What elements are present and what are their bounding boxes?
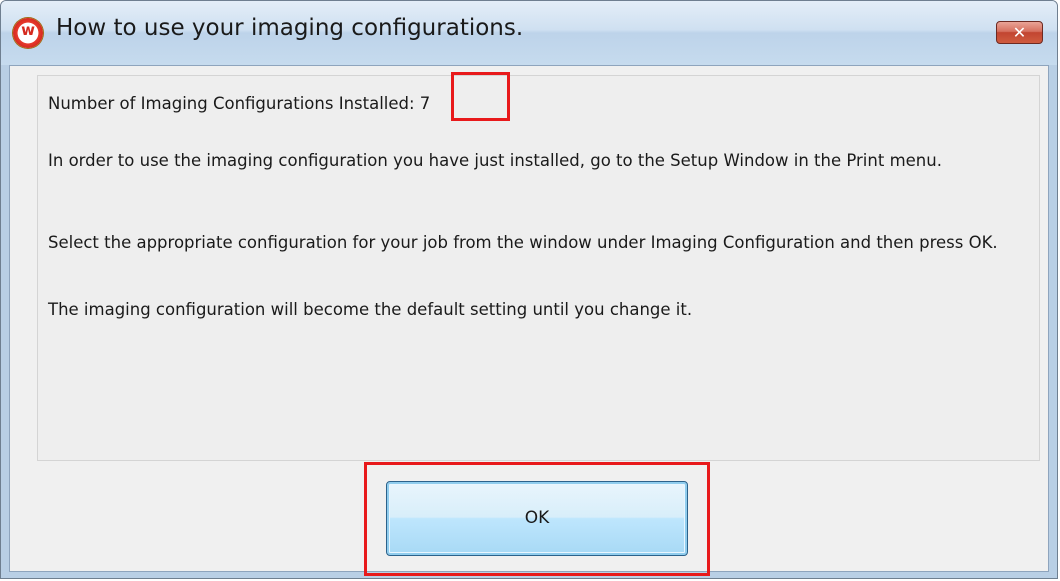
ok-button-label: OK <box>524 508 550 528</box>
instruction-paragraph-2: Select the appropriate configuration for… <box>48 233 998 252</box>
installed-count-text: Number of Imaging Configurations Install… <box>48 94 431 113</box>
close-button[interactable]: ✕ <box>996 21 1043 44</box>
instruction-paragraph-1: In order to use the imaging configuratio… <box>48 151 942 170</box>
instruction-paragraph-3: The imaging configuration will become th… <box>48 300 693 319</box>
title-bar[interactable]: w How to use your imaging configurations… <box>1 1 1057 65</box>
window-title: How to use your imaging configurations. <box>56 15 524 41</box>
dialog-window: w How to use your imaging configurations… <box>0 0 1058 579</box>
count-highlight-box <box>451 72 510 121</box>
app-logo-icon: w <box>13 18 43 48</box>
close-icon: ✕ <box>1012 23 1027 42</box>
ok-button[interactable]: OK <box>386 481 688 556</box>
app-logo-letter: w <box>21 21 35 39</box>
message-panel: Number of Imaging Configurations Install… <box>37 75 1040 461</box>
